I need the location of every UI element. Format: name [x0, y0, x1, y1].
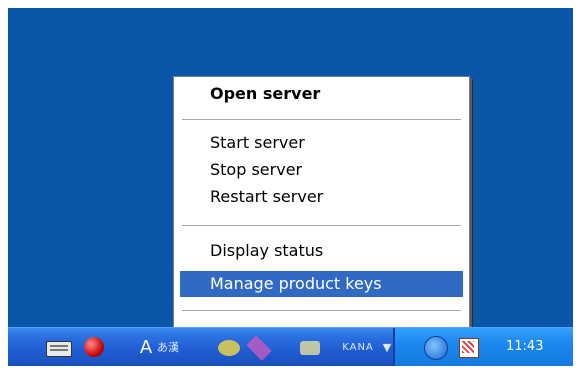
menu-item-display-status[interactable]: Display status — [180, 238, 463, 264]
kana-indicator[interactable]: KANA — [338, 337, 378, 357]
ime-language-indicator[interactable]: A — [138, 337, 154, 358]
menu-item-stop-server[interactable]: Stop server — [180, 157, 463, 183]
ime-mode-indicator[interactable]: あ漢 — [156, 337, 180, 357]
menu-item-label: Open server — [210, 84, 321, 103]
ime-toolbar-icon[interactable] — [246, 335, 272, 361]
red-ball-app-icon[interactable] — [84, 337, 104, 357]
taskbar: A あ漢 KANA ▼ 11:43 — [8, 327, 573, 366]
menu-item-manage-product-keys[interactable]: Manage product keys — [180, 271, 463, 297]
system-tray — [395, 328, 573, 366]
tray-app-icon[interactable] — [459, 338, 479, 358]
menu-item-start-server[interactable]: Start server — [180, 130, 463, 156]
menu-item-label: Restart server — [210, 187, 324, 206]
menu-item-label: Stop server — [210, 160, 303, 179]
clock[interactable]: 11:43 — [506, 338, 543, 356]
menu-item-label: Start server — [210, 133, 305, 152]
menu-item-label: Display status — [210, 241, 324, 260]
keyboard-icon[interactable] — [46, 341, 72, 357]
desktop: Open server Start server Stop server Res… — [8, 8, 573, 366]
menu-item-open-server[interactable]: Open server — [180, 81, 463, 107]
menu-item-restart-server[interactable]: Restart server — [180, 184, 463, 210]
menu-item-label: Manage product keys — [210, 274, 382, 293]
context-menu: Open server Start server Stop server Res… — [173, 76, 470, 359]
chevron-down-icon[interactable]: ▼ — [380, 337, 394, 357]
menu-separator — [182, 225, 461, 227]
ime-toolbar-icon[interactable] — [218, 340, 240, 356]
menu-separator — [182, 310, 461, 312]
ime-toolbar-icon[interactable] — [300, 341, 320, 355]
menu-separator — [182, 119, 461, 121]
network-icon[interactable] — [424, 336, 448, 360]
